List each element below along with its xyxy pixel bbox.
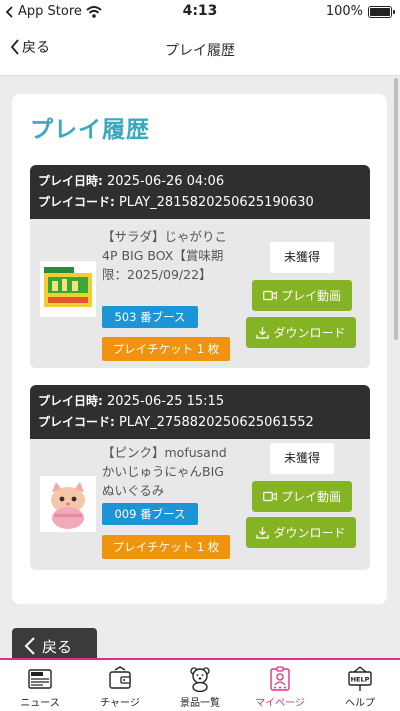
download-label: ダウンロード	[273, 526, 346, 540]
booth-badge: 503 番ブース	[102, 306, 198, 328]
tab-charge[interactable]: チャージ	[80, 660, 160, 711]
newspaper-icon	[28, 669, 52, 689]
play-video-button[interactable]: プレイ動画	[252, 280, 352, 311]
booth-badge: 009 番ブース	[102, 503, 198, 525]
download-icon	[256, 327, 270, 339]
prize-name: 【ピンク】mofusand かいじゅうにゃんBIGぬいぐるみ	[102, 445, 227, 498]
play-video-label: プレイ動画	[280, 490, 341, 504]
profile-card-icon	[270, 666, 290, 691]
wallet-icon	[109, 666, 131, 689]
status-right: 100%	[325, 4, 395, 19]
battery-percent: 100%	[325, 4, 363, 19]
play-date-label: プレイ日時:	[38, 174, 103, 188]
play-date-label: プレイ日時:	[38, 394, 103, 408]
play-video-label: プレイ動画	[280, 289, 341, 303]
nav-bar: 戻る プレイ履歴	[0, 24, 400, 76]
ticket-badge: プレイチケット 1 枚	[102, 535, 230, 559]
prize-thumbnail[interactable]	[40, 476, 96, 532]
play-date-line: プレイ日時: 2025-06-26 04:06	[38, 171, 362, 192]
play-video-button[interactable]: プレイ動画	[252, 481, 352, 512]
acquisition-status: 未獲得	[270, 443, 334, 474]
tab-bar: ニュース チャージ 景品一覧 マイページ HELP ヘルプ	[0, 658, 400, 711]
play-date-value: 2025-06-26 04:06	[106, 174, 225, 189]
tab-prizes[interactable]: 景品一覧	[160, 660, 240, 711]
tab-mypage[interactable]: マイページ	[240, 660, 320, 711]
battery-icon	[368, 5, 395, 18]
acquisition-status: 未獲得	[270, 242, 334, 273]
bear-icon	[190, 667, 210, 692]
record-body: 【ピンク】mofusand かいじゅうにゃんBIGぬいぐるみ 009 番ブース …	[30, 439, 370, 570]
play-code-line: プレイコード: PLAY_2758820250625061552	[38, 412, 362, 433]
tab-label: 景品一覧	[180, 698, 220, 709]
history-card: プレイ履歴 プレイ日時: 2025-06-26 04:06 プレイコード: PL…	[12, 94, 387, 604]
tab-label: マイページ	[255, 698, 305, 709]
play-date-line: プレイ日時: 2025-06-25 15:15	[38, 391, 362, 412]
tab-help[interactable]: HELP ヘルプ	[320, 660, 400, 711]
play-code-line: プレイコード: PLAY_2815820250625190630	[38, 192, 362, 213]
play-code-value: PLAY_2815820250625190630	[118, 195, 314, 210]
download-label: ダウンロード	[273, 326, 346, 340]
play-date-value: 2025-06-25 15:15	[106, 394, 225, 409]
video-camera-icon	[263, 290, 277, 301]
help-sign-icon: HELP	[348, 666, 372, 691]
play-code-label: プレイコード:	[38, 415, 115, 429]
tab-label: ニュース	[20, 698, 60, 709]
page-heading: プレイ履歴	[30, 117, 150, 143]
plush-cat-icon	[42, 478, 94, 530]
svg-text:HELP: HELP	[351, 676, 370, 684]
play-code-label: プレイコード:	[38, 195, 115, 209]
nav-title: プレイ履歴	[165, 43, 235, 59]
play-record: プレイ日時: 2025-06-26 04:06 プレイコード: PLAY_281…	[30, 165, 370, 368]
scrollbar[interactable]	[394, 78, 398, 340]
tab-label: ヘルプ	[345, 698, 375, 709]
prize-name: 【サラダ】じゃがりこ4P BIG BOX【賞味期限：2025/09/22】	[102, 229, 228, 282]
snack-box-icon	[42, 263, 94, 315]
play-record: プレイ日時: 2025-06-25 15:15 プレイコード: PLAY_275…	[30, 385, 370, 570]
record-header: プレイ日時: 2025-06-25 15:15 プレイコード: PLAY_275…	[30, 385, 370, 439]
ticket-badge: プレイチケット 1 枚	[102, 337, 230, 361]
prize-thumbnail[interactable]	[40, 261, 96, 317]
download-button[interactable]: ダウンロード	[246, 317, 356, 348]
play-code-value: PLAY_2758820250625061552	[118, 415, 314, 430]
record-body: 【サラダ】じゃがりこ4P BIG BOX【賞味期限：2025/09/22】 50…	[30, 219, 370, 368]
tab-label: チャージ	[100, 698, 140, 709]
back-button-label: 戻る	[42, 637, 73, 656]
video-camera-icon	[263, 491, 277, 502]
download-button[interactable]: ダウンロード	[246, 517, 356, 548]
status-bar: App Store 4:13 100%	[0, 0, 400, 24]
tab-news[interactable]: ニュース	[0, 660, 80, 711]
chevron-left-icon	[24, 637, 35, 655]
download-icon	[256, 527, 270, 539]
record-header: プレイ日時: 2025-06-26 04:06 プレイコード: PLAY_281…	[30, 165, 370, 219]
